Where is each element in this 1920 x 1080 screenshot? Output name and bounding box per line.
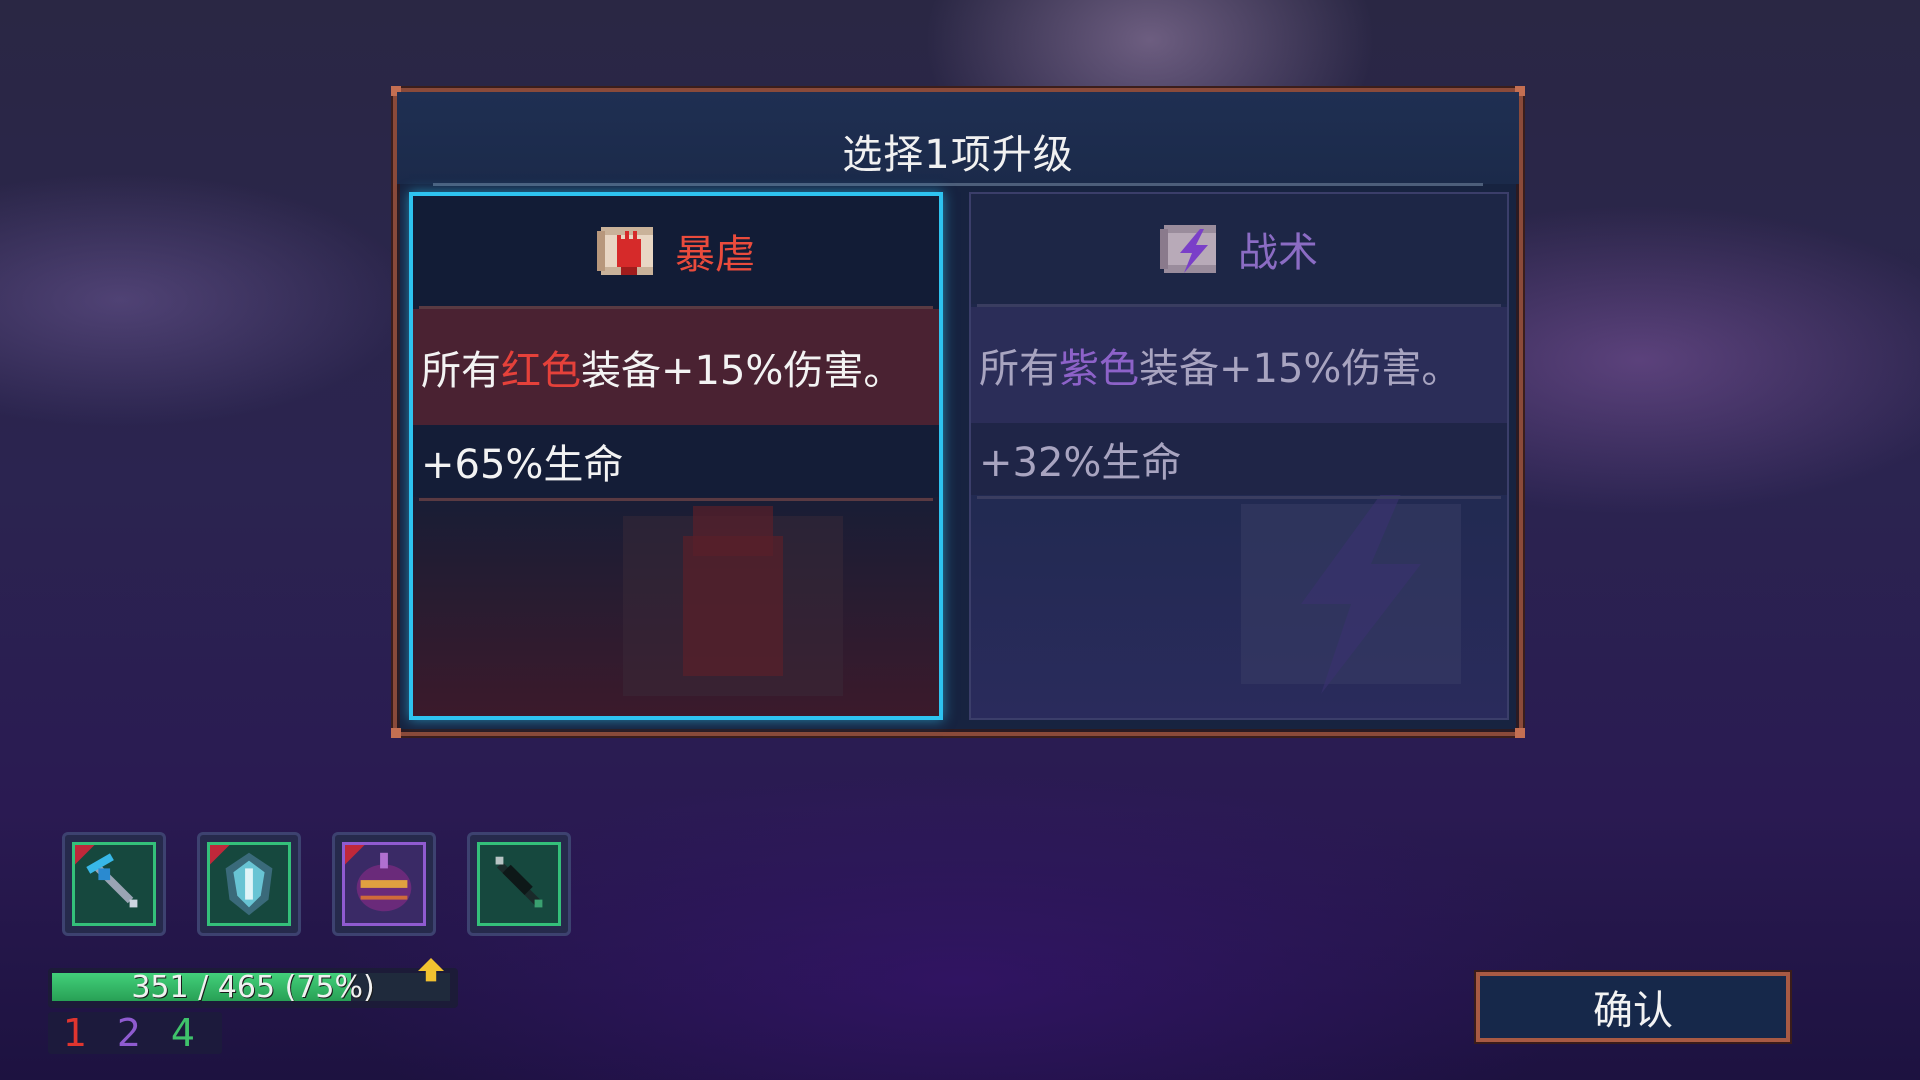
upgrade-dialog: 选择1项升级 暴虐 所有 红色 装备+15%伤害。 +65%生命 战术 所有 紫… — [391, 86, 1525, 738]
ice-crossbow-icon — [75, 845, 138, 908]
tactics-count: 2 — [116, 1011, 142, 1055]
crystal-shield-icon — [210, 845, 273, 916]
divider — [977, 496, 1501, 499]
survival-count: 4 — [170, 1011, 196, 1055]
effect-text: 装备+15%伤害。 — [581, 348, 904, 394]
equipment-slot-1[interactable] — [62, 832, 166, 936]
slot-frame — [477, 842, 561, 926]
red-fist-scroll-icon-watermark — [623, 506, 843, 696]
slot-frame — [72, 842, 156, 926]
scroll-counters: 1 2 4 — [48, 1011, 222, 1055]
dialog-corner — [1515, 728, 1525, 738]
purple-lightning-scroll-icon-watermark — [1241, 494, 1461, 694]
effect-text: 所有 — [421, 348, 501, 394]
equipment-slot-4[interactable] — [467, 832, 571, 936]
health-bar: 351 / 465 (75%) — [48, 968, 458, 1008]
dialog-corner — [391, 728, 401, 738]
purple-grenade-icon — [345, 845, 412, 912]
option-name: 暴虐 — [675, 232, 755, 278]
purple-lightning-scroll-icon — [1160, 225, 1216, 273]
dark-blade-icon — [495, 856, 543, 908]
option-effect: 所有 紫色 装备+15%伤害。 — [971, 307, 1507, 423]
option-header: 暴虐 — [413, 196, 939, 306]
confirm-button[interactable]: 确认 — [1476, 972, 1790, 1042]
option-header: 战术 — [971, 194, 1507, 304]
health-upgrade-arrow-icon — [418, 958, 444, 982]
divider — [419, 498, 933, 501]
option-name: 战术 — [1238, 230, 1318, 276]
slot-frame — [342, 842, 426, 926]
equipment-slot-2[interactable] — [197, 832, 301, 936]
brutality-count: 1 — [62, 1011, 88, 1055]
upgrade-option-tactics[interactable]: 战术 所有 紫色 装备+15%伤害。 +32%生命 — [969, 192, 1509, 720]
option-stat: +65%生命 — [413, 425, 939, 497]
upgrade-option-brutality[interactable]: 暴虐 所有 红色 装备+15%伤害。 +65%生命 — [409, 192, 943, 720]
dialog-header: 选择1项升级 — [397, 92, 1519, 186]
stat-text: +32%生命 — [979, 440, 1182, 486]
effect-highlight: 红色 — [501, 348, 581, 394]
effect-highlight: 紫色 — [1059, 346, 1139, 392]
option-stat: +32%生命 — [971, 423, 1507, 495]
equipment-slot-3[interactable] — [332, 832, 436, 936]
title-divider — [433, 183, 1483, 186]
stat-text: +65%生命 — [421, 442, 624, 488]
slot-frame — [207, 842, 291, 926]
effect-text: 装备+15%伤害。 — [1139, 346, 1462, 392]
dialog-title: 选择1项升级 — [842, 132, 1074, 178]
effect-text: 所有 — [979, 346, 1059, 392]
option-effect: 所有 红色 装备+15%伤害。 — [413, 309, 939, 425]
health-text: 351 / 465 (75%) — [131, 970, 375, 1005]
red-fist-scroll-icon — [597, 227, 653, 275]
